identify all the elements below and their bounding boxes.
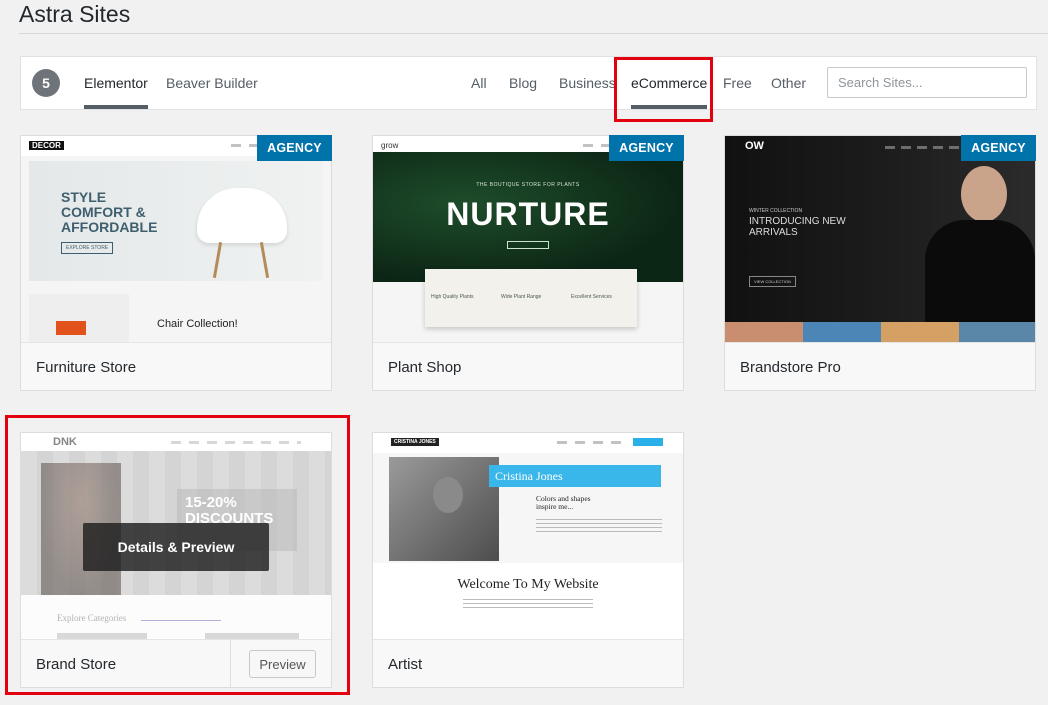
tab-elementor[interactable]: Elementor [84,75,148,109]
agency-badge: AGENCY [961,135,1036,161]
site-card-artist[interactable]: CRISTINA JONES Cristina Jones Colors and… [372,432,684,688]
title-divider [19,33,1048,34]
thumb-headline: INTRODUCING NEW ARRIVALS [749,216,846,238]
agency-badge: AGENCY [257,135,332,161]
thumb-feature-3: Excellent Services [571,294,612,300]
thumb-cta: EXPLORE STORE [61,242,114,254]
site-card-plant-shop[interactable]: grow THE BOUTIQUE STORE FOR PLANTS NURTU… [372,135,684,391]
thumb-cta: VIEW COLLECTION [749,276,796,287]
category-blog[interactable]: Blog [509,75,537,91]
thumb-headline: NURTURE [446,196,610,232]
thumb-logo: CRISTINA JONES [391,438,439,446]
thumb-logo: OW [745,140,764,152]
thumb-kicker: THE BOUTIQUE STORE FOR PLANTS [476,182,580,188]
category-free[interactable]: Free [723,75,752,91]
site-thumbnail[interactable]: DECOR STYLE COMFORT & AFFORDABLE EXPLORE… [21,136,331,342]
site-name: Furniture Store [36,359,137,376]
details-preview-button[interactable]: Details & Preview [83,523,269,571]
category-all[interactable]: All [471,75,487,91]
thumb-welcome: Welcome To My Website [457,577,599,592]
thumb-logo: grow [381,141,399,150]
site-card-furniture-store[interactable]: DECOR STYLE COMFORT & AFFORDABLE EXPLORE… [20,135,332,391]
results-count: 5 [32,69,60,97]
thumb-sub: Chair Collection! [157,318,238,330]
category-other[interactable]: Other [771,75,806,91]
thumb-name: Cristina Jones [495,469,563,483]
site-name: Brandstore Pro [740,359,841,376]
search-input[interactable] [827,67,1027,98]
site-name: Plant Shop [388,359,462,376]
site-thumbnail[interactable]: CRISTINA JONES Cristina Jones Colors and… [373,433,683,639]
site-name: Artist [388,656,423,673]
agency-badge: AGENCY [609,135,684,161]
category-business[interactable]: Business [559,75,616,91]
thumb-logo: DECOR [29,141,64,150]
site-thumbnail[interactable]: grow THE BOUTIQUE STORE FOR PLANTS NURTU… [373,136,683,342]
thumb-tagline: Colors and shapes inspire me... [536,494,591,511]
site-thumbnail[interactable]: OW WINTER COLLECTION INTRODUCING NEW ARR… [725,136,1035,342]
preview-button[interactable]: Preview [249,650,316,678]
site-thumbnail[interactable]: DNK 15-20% DISCOUNTS Explore Categories … [21,433,331,639]
thumb-feature-1: High Quality Plants [431,294,474,300]
page-title: Astra Sites [19,1,131,27]
tab-beaver-builder[interactable]: Beaver Builder [166,75,258,91]
filter-bar: 5 Elementor Beaver Builder All Blog Busi… [20,56,1037,110]
site-name: Brand Store [36,656,117,673]
category-ecommerce[interactable]: eCommerce [631,75,708,109]
thumb-headline: STYLE COMFORT & AFFORDABLE [61,189,158,235]
site-card-brand-store[interactable]: DNK 15-20% DISCOUNTS Explore Categories … [20,432,332,688]
thumb-kicker: WINTER COLLECTION [749,208,803,214]
thumb-feature-2: Wide Plant Range [501,294,542,300]
site-card-brandstore-pro[interactable]: OW WINTER COLLECTION INTRODUCING NEW ARR… [724,135,1036,391]
